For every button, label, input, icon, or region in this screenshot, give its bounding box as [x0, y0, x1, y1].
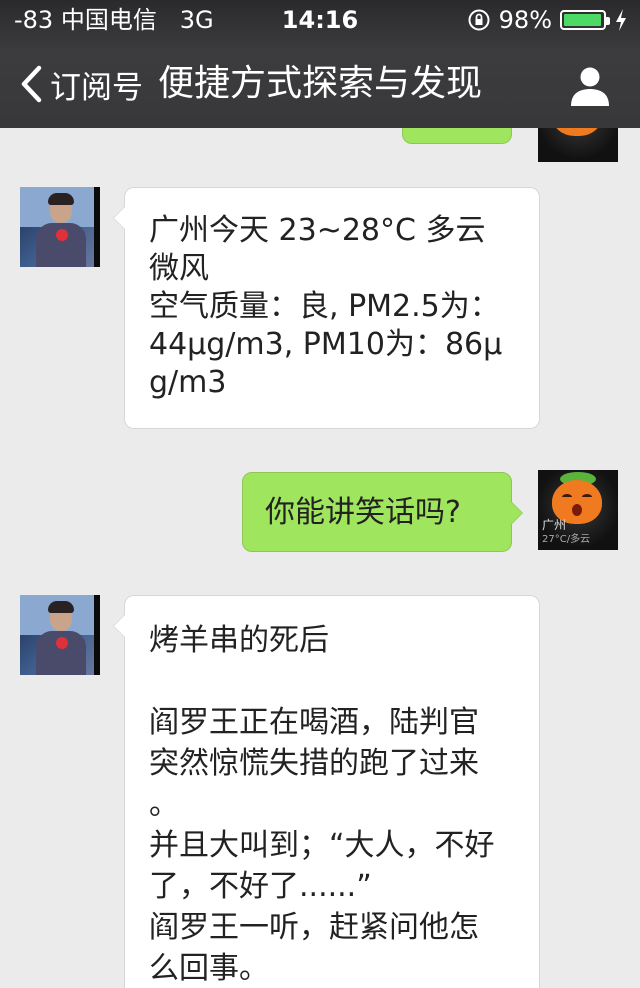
- message-bubble-in[interactable]: 烤羊串的死后 阎罗王正在喝酒，陆判官 突然惊慌失措的跑了过来 。 并且大叫到；“…: [113, 595, 540, 988]
- bot-avatar[interactable]: [20, 187, 100, 267]
- top-bar: -83 中国电信 3G 14:16 98% 订阅号 便捷方式探索与发现: [0, 0, 640, 128]
- chat-area[interactable]: 广州今天 23~28°C 多云 微风 空气质量：良, PM2.5为： 44μg/…: [0, 128, 640, 988]
- message-text: 烤羊串的死后 阎罗王正在喝酒，陆判官 突然惊慌失措的跑了过来 。 并且大叫到；“…: [149, 623, 495, 986]
- profile-icon[interactable]: [568, 64, 612, 108]
- status-bar: -83 中国电信 3G 14:16 98%: [0, 0, 640, 40]
- user-avatar[interactable]: [538, 128, 618, 162]
- page-title: 便捷方式探索与发现: [157, 63, 482, 104]
- avatar-caption-weather: 27°C/多云: [542, 534, 591, 545]
- battery-icon: [560, 10, 610, 30]
- user-avatar[interactable]: 广州 27°C/多云: [538, 470, 618, 550]
- rotation-lock-icon: [468, 9, 490, 31]
- message-text: 你能讲笑话吗?: [265, 495, 461, 530]
- message-bubble-in[interactable]: 广州今天 23~28°C 多云 微风 空气质量：良, PM2.5为： 44μg/…: [113, 187, 540, 429]
- message-text: 广州今天 23~28°C 多云 微风 空气质量：良, PM2.5为： 44μg/…: [149, 213, 503, 400]
- bot-avatar[interactable]: [20, 595, 100, 675]
- message-bubble-out[interactable]: 你能讲笑话吗?: [242, 472, 523, 552]
- battery-percent: 98%: [498, 6, 552, 34]
- charging-icon: [616, 9, 626, 31]
- message-bubble-out[interactable]: [402, 128, 512, 144]
- nav-bar: 订阅号 便捷方式探索与发现: [0, 40, 640, 128]
- battery-fill: [564, 14, 602, 26]
